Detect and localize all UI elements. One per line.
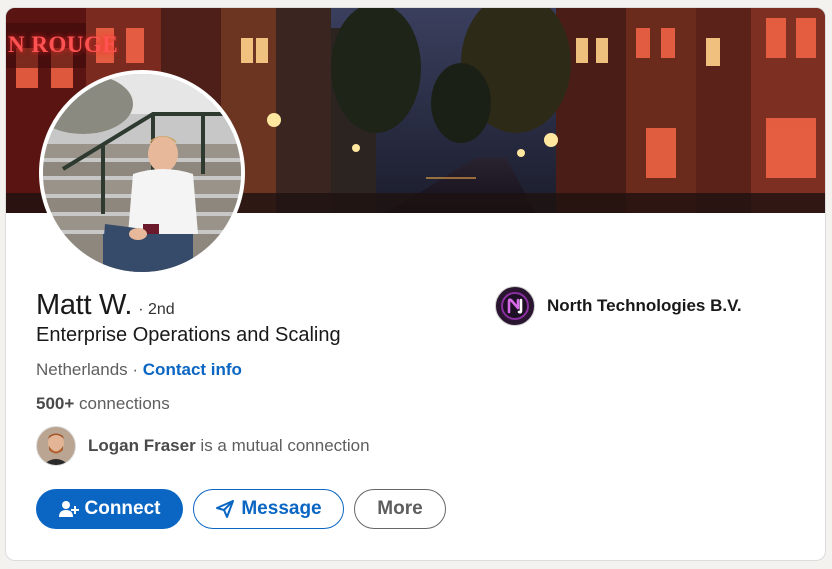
location-row: Netherlands · Contact info xyxy=(36,360,242,380)
mutual-connection[interactable]: Logan Fraser is a mutual connection xyxy=(36,426,370,466)
location-separator: · xyxy=(127,360,143,379)
mutual-connection-suffix: is a mutual connection xyxy=(195,436,370,455)
profile-name: Matt W. xyxy=(36,289,133,321)
name-row: Matt W. · 2nd xyxy=(36,289,175,322)
company-name[interactable]: North Technologies B.V. xyxy=(547,296,742,316)
profile-photo[interactable] xyxy=(39,70,245,276)
contact-info-link[interactable]: Contact info xyxy=(143,360,242,379)
send-icon xyxy=(215,499,235,519)
mutual-connection-avatar[interactable] xyxy=(36,426,76,466)
connection-degree: · 2nd xyxy=(138,301,175,318)
current-company[interactable]: North Technologies B.V. xyxy=(495,286,742,326)
connections-count[interactable]: 500+ connections xyxy=(36,394,170,414)
more-button[interactable]: More xyxy=(354,489,446,529)
north-technologies-logo-icon xyxy=(495,286,535,326)
more-label: More xyxy=(377,498,423,519)
profile-headline: Enterprise Operations and Scaling xyxy=(36,324,341,346)
message-label: Message xyxy=(241,498,322,519)
location-text: Netherlands xyxy=(36,360,128,379)
message-button[interactable]: Message xyxy=(193,489,344,529)
add-person-icon xyxy=(58,500,79,518)
connections-number: 500+ xyxy=(36,394,75,413)
connect-label: Connect xyxy=(84,498,161,519)
cover-neon-sign: N ROUGE xyxy=(8,32,119,57)
connect-button[interactable]: Connect xyxy=(36,489,183,529)
mutual-connection-text: Logan Fraser is a mutual connection xyxy=(88,436,370,456)
profile-card: N ROUGE Matt W. · 2nd Enterprise Operati… xyxy=(6,8,825,560)
connections-label: connections xyxy=(74,394,170,413)
mutual-connection-name[interactable]: Logan Fraser xyxy=(88,436,196,455)
